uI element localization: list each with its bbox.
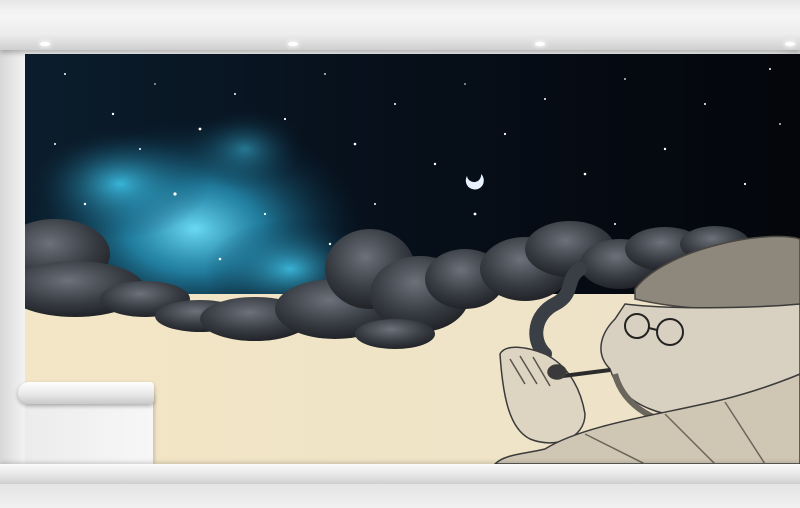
ceiling-spotlight <box>535 42 545 46</box>
ceiling-spotlight <box>288 42 298 46</box>
wallpaper-roll-curl <box>18 382 154 404</box>
ceiling-spotlight <box>785 42 795 46</box>
baseboard-molding <box>0 464 800 484</box>
ceiling <box>0 0 800 14</box>
ceiling-cornice <box>0 14 800 50</box>
nebula <box>185 109 305 189</box>
floor <box>0 484 800 508</box>
ceiling-spotlight <box>40 42 50 46</box>
wallpaper-roll-strip <box>25 395 153 464</box>
